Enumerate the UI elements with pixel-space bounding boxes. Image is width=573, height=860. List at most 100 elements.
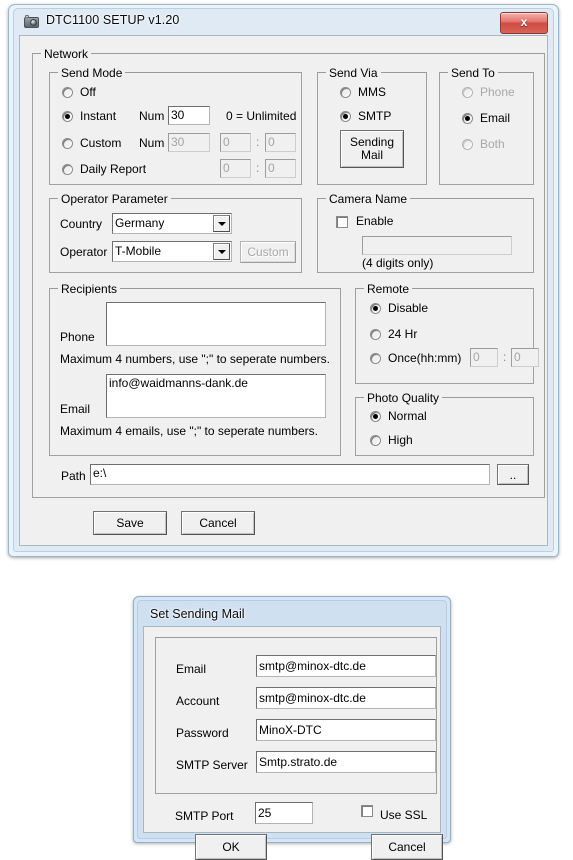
label-remote-disable: Disable <box>388 301 429 315</box>
input-daily-hour[interactable]: 0 <box>220 159 251 178</box>
input-dialog-email[interactable]: smtp@minox-dtc.de <box>256 655 436 677</box>
input-instant-num[interactable]: 30 <box>168 106 210 125</box>
sending-mail-button-line2: Mail <box>360 148 383 162</box>
label-photo-quality-normal: Normal <box>388 409 427 423</box>
window-title: DTC1100 SETUP v1.20 <box>46 13 180 27</box>
input-dialog-smtp-server[interactable]: Smtp.strato.de <box>256 751 436 773</box>
save-button[interactable]: Save <box>93 511 167 535</box>
recipients-label: Recipients <box>58 282 121 296</box>
camera-name-enable-checkbox[interactable] <box>336 216 348 228</box>
use-ssl-checkbox[interactable] <box>361 805 373 817</box>
radio-remote-once[interactable] <box>370 353 381 364</box>
main-window-frame: DTC1100 SETUP v1.20 x Network Send Mode … <box>13 8 554 552</box>
input-daily-min[interactable]: 0 <box>265 159 296 178</box>
label-send-mode-daily: Daily Report <box>80 162 147 176</box>
radio-send-mode-instant[interactable] <box>62 111 73 122</box>
dialog-cancel-button[interactable]: Cancel <box>371 834 443 860</box>
label-send-to-email: Email <box>480 111 511 125</box>
main-client-area: Network Send Mode Off Instant Num 30 0 =… <box>19 35 548 546</box>
label-photo-quality-high: High <box>388 433 413 447</box>
label-use-ssl: Use SSL <box>380 808 428 822</box>
network-group: Network Send Mode Off Instant Num 30 0 =… <box>32 47 545 498</box>
sending-mail-button[interactable]: Sending Mail <box>340 130 404 168</box>
input-remote-once-hour[interactable]: 0 <box>470 348 498 367</box>
input-recipients-email[interactable]: info@waidmanns-dank.de <box>106 374 326 418</box>
radio-send-mode-off[interactable] <box>62 87 73 98</box>
label-dialog-password: Password <box>176 726 229 740</box>
input-remote-once-min[interactable]: 0 <box>511 348 539 367</box>
input-custom-num[interactable]: 30 <box>168 133 210 152</box>
radio-photo-quality-high[interactable] <box>370 435 381 446</box>
radio-send-via-smtp[interactable] <box>340 111 351 122</box>
input-dialog-smtp-port[interactable]: 25 <box>255 802 313 824</box>
input-custom-min[interactable]: 0 <box>265 133 296 152</box>
send-via-group: Send Via MMS SMTP Sending Mail <box>317 66 427 185</box>
input-recipients-phone[interactable] <box>106 302 326 346</box>
input-dialog-password[interactable]: MinoX-DTC <box>256 719 436 741</box>
close-button[interactable]: x <box>500 12 548 34</box>
browse-path-label: .. <box>509 468 517 482</box>
camera-name-group: Camera Name Enable (4 digits only) <box>317 192 534 273</box>
label-dialog-smtp-port: SMTP Port <box>175 809 234 823</box>
send-mode-label: Send Mode <box>58 66 126 80</box>
operator-value: T-Mobile <box>115 244 162 258</box>
sending-mail-dialog-frame: Set Sending Mail Email smtp@minox-dtc.de… <box>137 600 447 860</box>
send-via-label: Send Via <box>326 66 381 80</box>
label-recipients-phone: Phone <box>60 330 95 344</box>
input-path[interactable]: e:\ <box>90 464 490 485</box>
label-send-via-smtp: SMTP <box>358 109 392 123</box>
radio-send-mode-daily[interactable] <box>62 164 73 175</box>
radio-send-to-email[interactable] <box>462 113 473 124</box>
camera-name-label: Camera Name <box>326 192 411 206</box>
label-send-to-phone: Phone <box>480 85 515 99</box>
input-custom-hour[interactable]: 0 <box>220 133 251 152</box>
send-to-label: Send To <box>448 66 498 80</box>
radio-send-via-mms[interactable] <box>340 87 351 98</box>
input-dialog-account[interactable]: smtp@minox-dtc.de <box>256 687 436 709</box>
operator-combobox[interactable]: T-Mobile <box>112 241 232 262</box>
label-send-to-both: Both <box>480 137 505 151</box>
input-camera-name[interactable] <box>362 236 512 255</box>
label-instant-num: Num <box>139 109 165 123</box>
radio-send-to-both[interactable] <box>462 139 473 150</box>
label-custom-num: Num <box>139 136 165 150</box>
title-bar[interactable]: DTC1100 SETUP v1.20 x <box>14 9 553 35</box>
recipients-phone-hint: Maximum 4 numbers, use ";" to seperate n… <box>60 352 330 366</box>
dialog-ok-button[interactable]: OK <box>195 834 267 860</box>
operator-parameter-group: Operator Parameter Country Germany Opera… <box>49 192 302 273</box>
remote-label: Remote <box>364 282 413 296</box>
radio-photo-quality-normal[interactable] <box>370 411 381 422</box>
label-remote-24hr: 24 Hr <box>388 327 418 341</box>
dialog-ok-label: OK <box>222 839 240 854</box>
radio-send-mode-custom[interactable] <box>62 138 73 149</box>
radio-remote-disable[interactable] <box>370 303 381 314</box>
label-path: Path <box>61 469 86 483</box>
photo-quality-label: Photo Quality <box>364 391 443 405</box>
radio-remote-24hr[interactable] <box>370 329 381 340</box>
label-dialog-smtp-server: SMTP Server <box>176 758 248 772</box>
chevron-down-icon[interactable] <box>213 243 230 260</box>
custom-time-colon: : <box>256 135 260 149</box>
browse-path-button[interactable]: .. <box>497 464 529 485</box>
custom-operator-button[interactable]: Custom <box>240 241 296 263</box>
label-send-mode-custom: Custom <box>80 136 122 150</box>
country-combobox[interactable]: Germany <box>112 213 232 234</box>
country-value: Germany <box>115 216 165 230</box>
label-dialog-account: Account <box>176 694 220 708</box>
network-group-label: Network <box>41 47 92 61</box>
radio-send-to-phone[interactable] <box>462 87 473 98</box>
photo-quality-group: Photo Quality Normal High <box>355 391 534 456</box>
sending-mail-dialog-title: Set Sending Mail <box>150 607 245 621</box>
sending-mail-fields-group: Email smtp@minox-dtc.de Account smtp@min… <box>155 637 437 794</box>
cancel-button[interactable]: Cancel <box>181 511 255 535</box>
label-send-via-mms: MMS <box>358 85 386 99</box>
label-dialog-email: Email <box>176 662 207 676</box>
chevron-down-icon[interactable] <box>213 215 230 232</box>
label-send-mode-off: Off <box>80 85 96 99</box>
label-send-mode-instant: Instant <box>80 109 117 123</box>
remote-group: Remote Disable 24 Hr Once(hh:mm) 0 : 0 <box>355 282 539 384</box>
cancel-button-label: Cancel <box>199 515 237 530</box>
daily-time-colon: : <box>256 161 260 175</box>
recipients-group: Recipients Phone Maximum 4 numbers, use … <box>49 282 341 456</box>
sending-mail-dialog: Set Sending Mail Email smtp@minox-dtc.de… <box>133 596 451 860</box>
